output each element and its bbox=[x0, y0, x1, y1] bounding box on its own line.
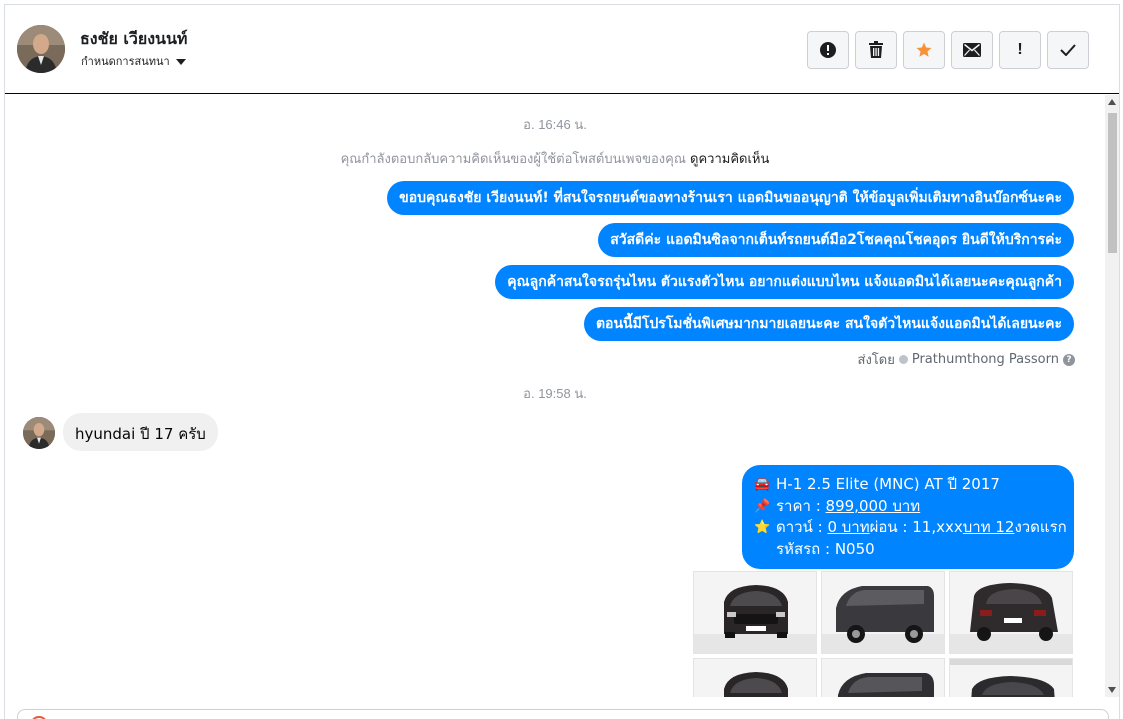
car-title: H-1 2.5 Elite (MNC) AT ปี 2017 bbox=[776, 475, 1000, 493]
incoming-message[interactable]: hyundai ปี 17 ครับ bbox=[63, 413, 218, 451]
contact-avatar[interactable] bbox=[17, 25, 65, 73]
timestamp: อ. 19:58 น. bbox=[523, 386, 587, 401]
conversation-header: ธงชัย เวียงนนท์ กำหนดการสนทนา ! bbox=[5, 5, 1119, 94]
messenger-window: ธงชัย เวียงนนท์ กำหนดการสนทนา ! อ. 16:46… bbox=[4, 4, 1120, 719]
contact-name[interactable]: ธงชัย เวียงนนท์ bbox=[80, 27, 187, 52]
sent-by-label: ส่งโดย bbox=[857, 353, 895, 368]
conversation-actions: ! bbox=[807, 31, 1089, 69]
down-value: 0 บาท bbox=[827, 518, 870, 536]
sender-status-icon bbox=[898, 355, 908, 364]
outgoing-message[interactable]: สวัสดีค่ะ แอดมินซิลจากเต็นท์รถยนต์มือ2โช… bbox=[598, 223, 1074, 257]
star-icon bbox=[916, 42, 932, 57]
van-photo-6[interactable] bbox=[949, 658, 1073, 697]
van-rear-photo[interactable] bbox=[949, 571, 1073, 654]
check-icon bbox=[1060, 44, 1076, 56]
price-label: ราคา : bbox=[776, 496, 821, 515]
price-row: 📌 ราคา : 899,000 บาท bbox=[754, 496, 1062, 518]
reply-notice-text: คุณกำลังตอบกลับความคิดเห็นของผู้ใช้ต่อโพ… bbox=[340, 152, 686, 167]
scroll-down-icon[interactable] bbox=[1108, 687, 1116, 693]
thread-scrollbar[interactable] bbox=[1105, 95, 1119, 697]
follow-up-button[interactable]: ! bbox=[999, 31, 1041, 69]
scroll-up-icon[interactable] bbox=[1108, 99, 1116, 105]
sender-name: Prathumthong Passorn bbox=[911, 352, 1059, 367]
assign-conversation-dropdown[interactable]: กำหนดการสนทนา bbox=[81, 52, 186, 70]
down-label: ดาวน์ : bbox=[776, 518, 823, 536]
van-photo-5[interactable] bbox=[821, 658, 945, 697]
outgoing-message[interactable]: ขอบคุณธงชัย เวียงนนท์! ที่สนใจรถยนต์ของท… bbox=[387, 181, 1074, 215]
outgoing-message[interactable]: ตอนนี้มีโปรโมชั่นพิเศษมากมายเลยนะคะ สนใจ… bbox=[583, 307, 1074, 341]
car-code: รหัสรถ : N050 bbox=[776, 539, 875, 558]
installment-value: บาท 12 bbox=[962, 518, 1015, 536]
delete-button[interactable] bbox=[855, 31, 897, 69]
car-icon: 🚘 bbox=[754, 477, 771, 492]
star-button[interactable] bbox=[903, 31, 945, 69]
exclamation-icon: ! bbox=[1017, 41, 1023, 58]
van-front-photo[interactable] bbox=[693, 571, 817, 654]
message-composer[interactable] bbox=[17, 709, 1109, 719]
sent-by-info: ส่งโดย Prathumthong Passorn ? bbox=[858, 349, 1075, 370]
installment-suffix: งวดแรก bbox=[1014, 518, 1067, 536]
van-photo-4[interactable] bbox=[693, 658, 817, 697]
trash-icon bbox=[869, 41, 883, 58]
help-icon[interactable]: ? bbox=[1063, 353, 1075, 366]
view-comment-link[interactable]: ดูความคิดเห็น bbox=[690, 152, 769, 167]
mark-unread-button[interactable] bbox=[951, 31, 993, 69]
spam-button[interactable] bbox=[807, 31, 849, 69]
sender-avatar bbox=[23, 417, 55, 449]
message-thread[interactable]: อ. 16:46 น. คุณกำลังตอบกลับความคิดเห็นขอ… bbox=[5, 95, 1105, 697]
pushpin-icon: 📌 bbox=[754, 498, 771, 514]
installment-label: ผ่อน : 11,xxx bbox=[869, 518, 963, 536]
alert-circle-icon bbox=[820, 42, 836, 58]
done-button[interactable] bbox=[1047, 31, 1089, 69]
price-value: 899,000 บาท bbox=[825, 496, 921, 515]
car-info-message[interactable]: 🚘 H-1 2.5 Elite (MNC) AT ปี 2017 📌 ราคา … bbox=[742, 465, 1074, 569]
scrollbar-thumb[interactable] bbox=[1108, 113, 1117, 253]
photo-grid bbox=[693, 571, 1073, 697]
car-code-row: รหัสรถ : N050 bbox=[754, 539, 1062, 561]
star-emoji-icon: ⭐ bbox=[754, 520, 771, 535]
envelope-icon bbox=[963, 43, 981, 57]
reply-notice: คุณกำลังตอบกลับความคิดเห็นของผู้ใช้ต่อโพ… bbox=[5, 148, 1105, 169]
car-title-row: 🚘 H-1 2.5 Elite (MNC) AT ปี 2017 bbox=[754, 474, 1062, 496]
caret-down-icon bbox=[175, 58, 186, 65]
assign-label: กำหนดการสนทนา bbox=[81, 55, 170, 68]
van-side-photo[interactable] bbox=[821, 571, 945, 654]
down-payment-row: ⭐ ดาวน์ : 0 บาท ผ่อน : 11,xxx บาท 12 งวดแ… bbox=[754, 517, 1067, 539]
timestamp: อ. 16:46 น. bbox=[523, 117, 587, 132]
outgoing-message[interactable]: คุณลูกค้าสนใจรถรุ่นไหน ตัวแรงตัวไหน อยาก… bbox=[495, 265, 1074, 299]
